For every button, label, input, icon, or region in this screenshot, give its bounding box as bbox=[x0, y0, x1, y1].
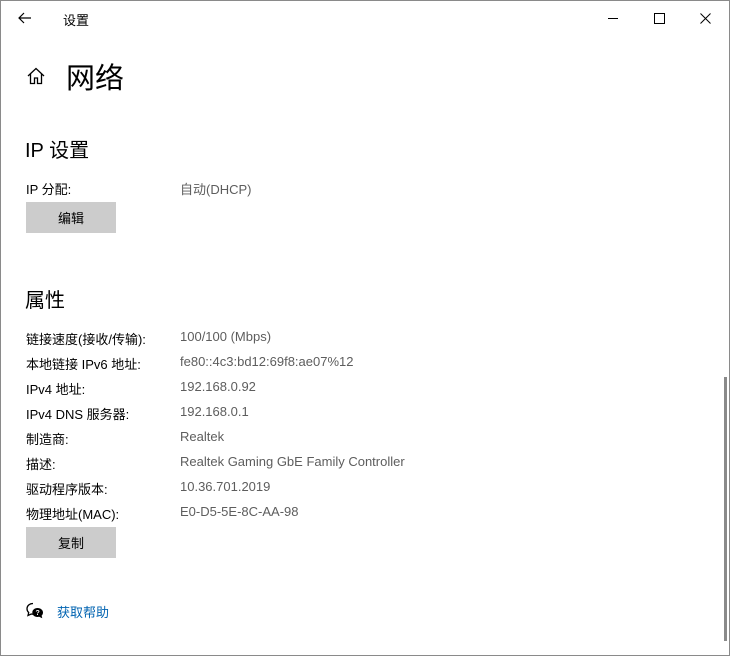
ip-assignment-value: 自动(DHCP) bbox=[180, 182, 252, 197]
svg-text:?: ? bbox=[35, 610, 39, 617]
vertical-scrollbar[interactable] bbox=[724, 377, 727, 641]
description-value: Realtek Gaming GbE Family Controller bbox=[180, 454, 405, 469]
manufacturer-label: 制造商: bbox=[26, 432, 69, 447]
close-button[interactable] bbox=[682, 1, 728, 35]
back-arrow-icon bbox=[18, 12, 31, 24]
minimize-button[interactable] bbox=[590, 1, 636, 35]
edit-button[interactable]: 编辑 bbox=[26, 202, 116, 233]
ip-assignment-label: IP 分配: bbox=[26, 182, 72, 197]
driver-version-label: 驱动程序版本: bbox=[26, 482, 108, 497]
ipv6-address-label: 本地链接 IPv6 地址: bbox=[26, 357, 141, 372]
minimize-icon bbox=[607, 17, 618, 19]
maximize-icon bbox=[653, 12, 665, 24]
description-label: 描述: bbox=[26, 457, 56, 472]
maximize-button[interactable] bbox=[636, 1, 682, 35]
driver-version-value: 10.36.701.2019 bbox=[180, 479, 271, 494]
ipv4-dns-label: IPv4 DNS 服务器: bbox=[26, 407, 130, 422]
mac-address-label: 物理地址(MAC): bbox=[26, 507, 120, 522]
title-bar: 设置 bbox=[1, 1, 729, 35]
link-speed-label: 链接速度(接收/传输): bbox=[26, 332, 146, 347]
link-speed-value: 100/100 (Mbps) bbox=[180, 329, 272, 344]
ipv4-dns-value: 192.168.0.1 bbox=[180, 404, 249, 419]
home-button[interactable] bbox=[23, 63, 49, 89]
ipv6-address-value: fe80::4c3:bd12:69f8:ae07%12 bbox=[180, 354, 354, 369]
ipv4-address-value: 192.168.0.92 bbox=[180, 379, 256, 394]
get-help-row[interactable]: ? 获取帮助 bbox=[25, 601, 109, 621]
ipv4-address-label: IPv4 地址: bbox=[26, 382, 86, 397]
window-title: 设置 bbox=[63, 13, 90, 28]
copy-button[interactable]: 复制 bbox=[26, 527, 116, 558]
close-icon bbox=[699, 12, 711, 24]
settings-window: 设置 网络 IP 设置 IP 分配: 自动(DHCP) 编辑 属性 链接速度(接… bbox=[0, 0, 730, 656]
back-button[interactable] bbox=[9, 4, 41, 32]
home-icon bbox=[27, 67, 45, 85]
page-title: 网络 bbox=[66, 63, 125, 95]
get-help-link[interactable]: 获取帮助 bbox=[57, 602, 109, 621]
mac-address-value: E0-D5-5E-8C-AA-98 bbox=[180, 504, 299, 519]
help-chat-icon: ? bbox=[25, 601, 45, 621]
ip-settings-heading: IP 设置 bbox=[25, 140, 90, 162]
manufacturer-value: Realtek bbox=[180, 429, 225, 444]
properties-heading: 属性 bbox=[25, 290, 65, 312]
